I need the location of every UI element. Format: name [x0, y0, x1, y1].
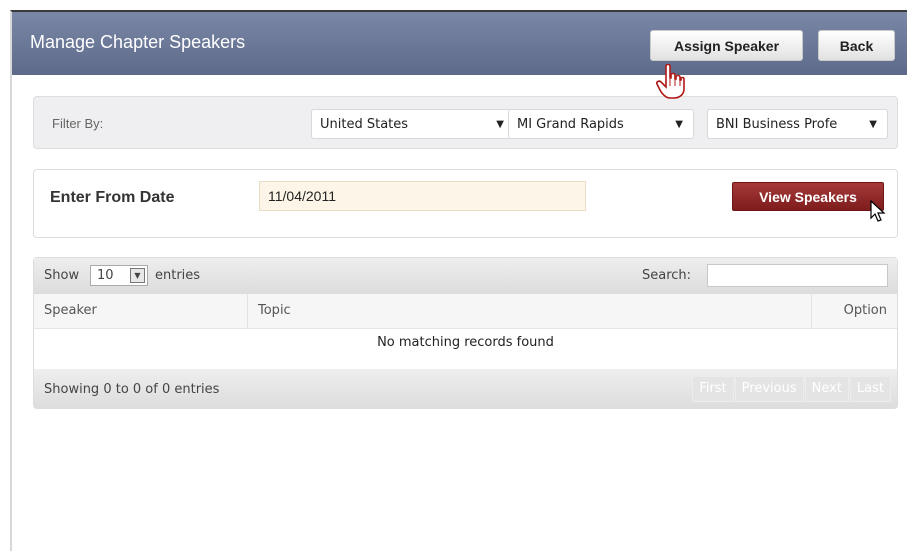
last-page-button[interactable]: Last — [849, 376, 891, 402]
first-page-button[interactable]: First — [692, 376, 734, 402]
arrow-pointer-cursor-icon — [870, 200, 886, 222]
search-label: Search: — [642, 268, 692, 283]
region-select-value: MI Grand Rapids — [517, 116, 624, 132]
table-header: Speaker Topic Option — [34, 294, 897, 329]
filter-label: Filter By: — [52, 116, 104, 131]
column-header-topic[interactable]: Topic — [248, 294, 812, 328]
table-info: Showing 0 to 0 of 0 entries — [44, 382, 220, 397]
show-label: Show — [44, 268, 80, 283]
triangle-down-icon: ▼ — [869, 119, 877, 130]
from-date-label: Enter From Date — [50, 189, 175, 206]
country-select-value: United States — [320, 116, 409, 132]
from-date-input[interactable]: 11/04/2011 — [259, 181, 586, 211]
page-header: Manage Chapter Speakers Assign Speaker B… — [12, 12, 907, 75]
view-speakers-button[interactable]: View Speakers — [732, 182, 884, 211]
table-toolbar: Show 10 ▼ entries Search: — [34, 258, 897, 294]
from-date-value: 11/04/2011 — [268, 188, 336, 204]
column-header-speaker[interactable]: Speaker — [34, 294, 248, 328]
filter-panel: Filter By: United States ▼ MI Grand Rapi… — [33, 96, 898, 149]
page-size-select[interactable]: 10 ▼ — [90, 265, 148, 286]
entries-label: entries — [155, 268, 201, 283]
column-header-option[interactable]: Option — [812, 294, 897, 328]
back-button[interactable]: Back — [818, 30, 895, 61]
page-size-value: 10 — [97, 268, 114, 283]
page-title: Manage Chapter Speakers — [30, 32, 246, 52]
search-input[interactable] — [707, 264, 888, 287]
assign-speaker-button[interactable]: Assign Speaker — [650, 30, 803, 61]
hand-pointer-cursor-icon — [656, 64, 685, 99]
speakers-table-panel: Show 10 ▼ entries Search: Speaker Topic … — [33, 257, 898, 409]
previous-page-button[interactable]: Previous — [734, 376, 804, 402]
table-footer: Showing 0 to 0 of 0 entries First Previo… — [34, 369, 897, 408]
empty-message: No matching records found — [377, 335, 554, 350]
pagination: First Previous Next Last — [691, 376, 891, 402]
country-select[interactable]: United States ▼ — [311, 109, 515, 139]
region-select[interactable]: MI Grand Rapids ▼ — [508, 109, 694, 139]
chapter-select-value: BNI Business Profe — [716, 116, 838, 132]
main-frame: Manage Chapter Speakers Assign Speaker B… — [10, 10, 907, 551]
triangle-down-icon: ▼ — [496, 119, 504, 130]
date-panel: Enter From Date 11/04/2011 View Speakers — [33, 169, 898, 238]
chapter-select[interactable]: BNI Business Profe ▼ — [707, 109, 888, 139]
chevron-down-icon: ▼ — [130, 268, 145, 283]
next-page-button[interactable]: Next — [804, 376, 849, 402]
triangle-down-icon: ▼ — [675, 119, 683, 130]
